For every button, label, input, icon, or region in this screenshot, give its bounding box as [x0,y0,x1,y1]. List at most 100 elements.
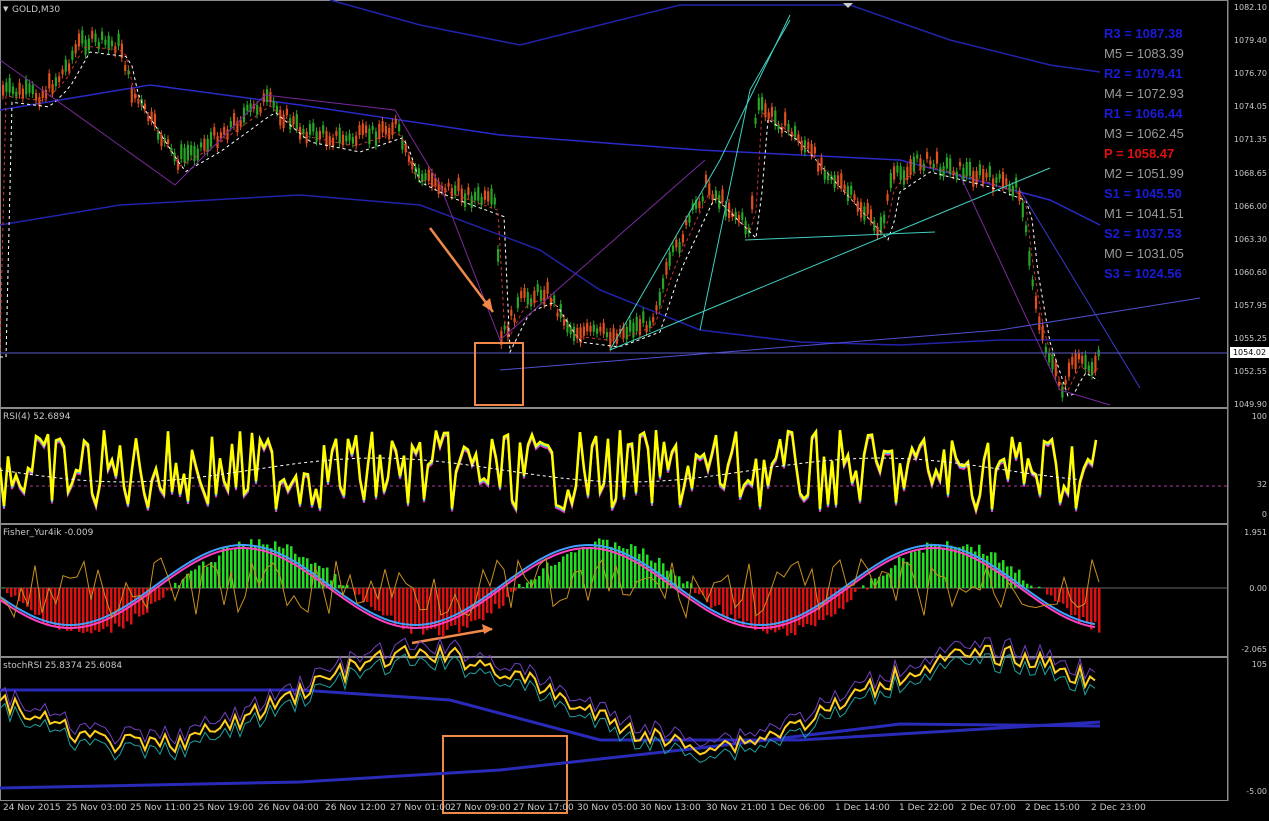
candle-body [629,319,632,332]
candle-body [28,83,31,93]
candle-body [1054,361,1057,377]
candle-body [662,278,665,289]
candle-body [180,144,183,160]
candle-body [896,165,899,173]
fisher-histogram-bar [1074,588,1077,616]
candle-body [130,88,133,103]
fisher-histogram-bar [578,549,581,588]
time-axis-label: 2 Dec 07:00 [961,803,1016,813]
candle-body [1058,381,1061,386]
candle-body [5,82,8,92]
candle-body [295,114,298,130]
candle-body [635,316,638,332]
trendline-support [609,167,1051,351]
fisher-histogram-bar [446,588,449,630]
candle-body [902,170,906,185]
candle-body [942,166,945,177]
candle-body [275,105,279,113]
candle-body [77,33,81,47]
candle-body [1084,354,1087,370]
trendline-flat [744,231,936,241]
fisher-histogram-bar [830,588,833,617]
fisher-histogram-bar [486,588,489,614]
candle-body [582,326,585,336]
fisher-histogram-bar [34,588,37,615]
candle-body [906,166,909,181]
candle-body [15,91,18,97]
fisher-histogram-bar [206,566,209,588]
price-scale-label: 1055.25 [1233,334,1267,343]
fisher-histogram-bar [786,588,789,636]
lower-band-line [0,194,1100,346]
fisher-histogram-bar [746,588,749,622]
chart-window[interactable]: GOLD,M30 ▼ RSI(4) 52.6894 Fisher_Yur4ik … [0,0,1269,821]
fisher-histogram-bar [358,588,361,595]
candle-body [239,120,242,127]
candle-body [460,188,463,202]
fisher-histogram-bar [194,569,197,588]
fisher-histogram-bar [14,588,17,596]
candle-body [229,121,232,128]
fisher-histogram-bar [166,588,169,591]
candle-body [1021,202,1024,218]
time-axis-label: 30 Nov 05:00 [577,803,638,813]
fisher-histogram-bar [302,556,305,588]
fisher-histogram-bar [922,552,925,588]
fisher-histogram-bar [214,562,217,588]
candle-body [365,125,368,134]
candle-body [988,165,991,177]
candle-body [292,116,295,125]
fisher-histogram-bar [1062,588,1065,604]
fisher-histogram-bar [714,588,717,606]
candle-body [596,328,599,334]
candle-body [31,85,34,95]
candle-body [962,167,965,181]
fisher-histogram-bar [882,575,885,588]
x [699,19,791,331]
fisher-histogram-bar [638,553,641,588]
fisher-histogram-bar [158,588,161,601]
candle-body [61,69,64,75]
candle-body [982,169,985,184]
fisher-histogram-bar [998,562,1001,588]
candle-body [698,201,701,208]
candle-body [632,322,635,338]
pivot-level-label: S1 = 1045.50 [1104,186,1182,201]
fisher-histogram-bar [538,576,541,588]
candle-body [919,158,922,170]
candle-body [1074,353,1077,370]
time-axis-label: 1 Dec 06:00 [770,803,825,813]
candle-body [764,103,767,118]
fisher-histogram-bar [234,548,237,588]
time-axis-label: 24 Nov 2015 [3,803,61,813]
candle-body [457,177,460,192]
candle-body [87,38,90,51]
candle-body [371,126,374,131]
fisher-histogram-bar [726,588,729,620]
candle-body [916,154,919,159]
candle-body [213,127,216,136]
candle-body [447,182,450,187]
highlight-box [474,342,524,406]
fisher-histogram-bar [1030,585,1033,588]
fisher-histogram-bar [54,588,57,627]
highlight-box [442,735,568,814]
candle-body [751,195,754,210]
candle-body [143,103,147,110]
candle-body [658,291,661,306]
candle-body [18,82,21,95]
price-scale-label: 1074.05 [1233,102,1267,112]
candle-body [51,84,54,94]
candle-body [536,284,539,293]
candle-body [490,188,493,205]
candle-body [269,91,272,103]
fisher-histogram-bar [174,582,177,588]
time-axis-label: 2 Dec 15:00 [1025,803,1080,813]
upper-band-line [329,0,1101,73]
candle-body [846,186,849,202]
fisher-histogram-bar [1082,588,1085,618]
fisher-histogram-bar [1054,588,1057,602]
time-axis-label: 2 Dec 23:00 [1091,803,1146,813]
fisher-histogram-bar [406,588,409,627]
time-axis-label: 1 Dec 22:00 [899,803,954,813]
